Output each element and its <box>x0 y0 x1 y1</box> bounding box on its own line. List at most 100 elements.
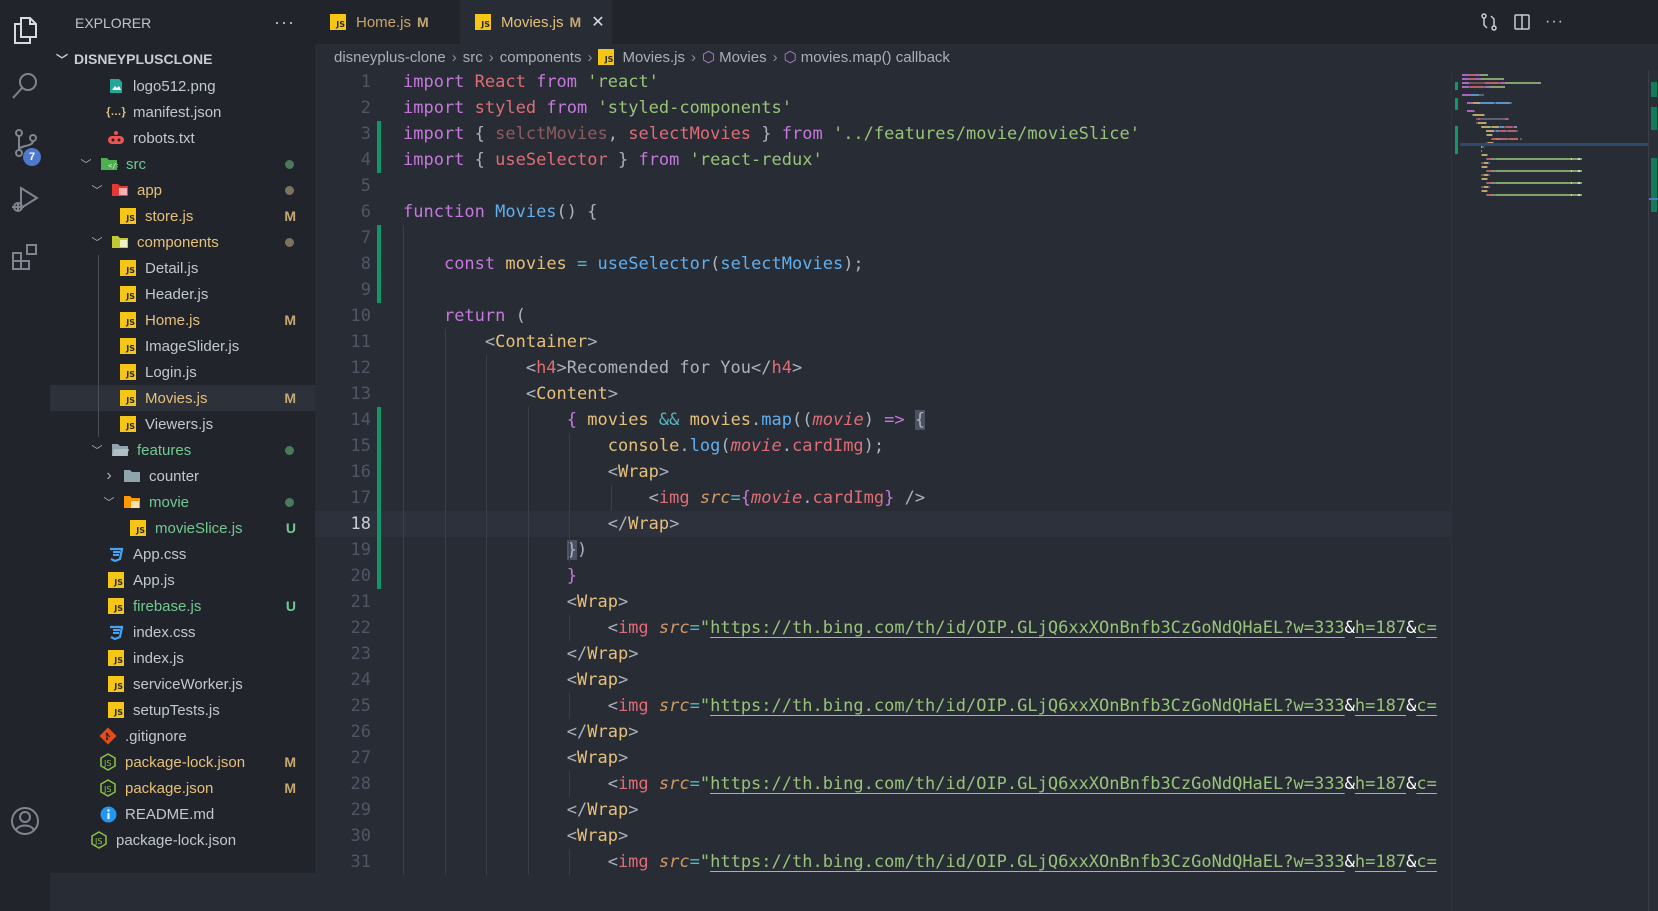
tab-status: M <box>417 14 429 30</box>
activity-explorer[interactable] <box>0 5 50 55</box>
tree-file[interactable]: .gitignore <box>50 723 315 749</box>
tree-file[interactable]: JS Detail.js <box>50 255 315 281</box>
code-line[interactable]: 11 <Container> <box>315 329 1451 355</box>
tree-file[interactable]: JS movieSlice.js U <box>50 515 315 541</box>
js-file-icon: JS <box>107 675 125 693</box>
minimap-token <box>1508 138 1518 140</box>
image-file-icon <box>107 77 125 95</box>
chevron-right-icon: › <box>451 48 457 66</box>
js-file-icon: JS <box>119 337 137 355</box>
tree-folder[interactable]: ﹀ app <box>50 177 315 203</box>
tree-file[interactable]: JS Header.js <box>50 281 315 307</box>
breadcrumb-item[interactable]: Movies.js <box>622 49 685 66</box>
tree-item-label: package.json <box>125 779 214 797</box>
code-token: " <box>699 852 711 872</box>
tree-file[interactable]: index.css <box>50 619 315 645</box>
activity-extensions[interactable] <box>0 232 50 282</box>
minimap-token <box>1507 130 1516 132</box>
tab-movies-js[interactable]: JS Movies.js M ✕ <box>460 0 612 44</box>
breadcrumb-item[interactable]: disneyplus-clone <box>334 49 446 66</box>
tree-file[interactable]: App.css <box>50 541 315 567</box>
code-token: cardImg <box>812 488 885 508</box>
minimap[interactable] <box>1451 70 1658 911</box>
chevron-down-icon[interactable]: ﹀ <box>101 494 117 510</box>
close-icon[interactable]: ✕ <box>591 12 604 32</box>
activity-source-control[interactable]: 7 <box>0 118 50 168</box>
tree-file[interactable]: JS package.json M <box>50 775 315 801</box>
tree-item-label: Detail.js <box>145 259 199 277</box>
open-changes-icon[interactable] <box>1479 12 1499 32</box>
more-actions-icon[interactable]: ··· <box>1545 13 1564 31</box>
code-line[interactable]: 7 <box>315 225 1451 251</box>
chevron-down-icon[interactable]: ﹀ <box>89 442 105 458</box>
line-number: 9 <box>360 280 371 300</box>
tree-folder[interactable]: ﹀ </> src <box>50 151 315 177</box>
activity-accounts[interactable] <box>0 796 50 846</box>
chevron-right-icon[interactable]: › <box>101 467 117 485</box>
tree-file[interactable]: robots.txt <box>50 125 315 151</box>
tree-file[interactable]: JS store.js M <box>50 203 315 229</box>
tree-file[interactable]: JS Login.js <box>50 359 315 385</box>
tree-file[interactable]: JS index.js <box>50 645 315 671</box>
breadcrumb-item[interactable]: Movies <box>719 49 767 66</box>
code-token: < <box>403 826 577 846</box>
code-token: selectMovies <box>628 124 762 144</box>
chevron-down-icon[interactable]: ﹀ <box>89 182 105 198</box>
minimap-token <box>1516 126 1518 128</box>
code-line[interactable]: 10 return ( <box>315 303 1451 329</box>
tree-file[interactable]: README.md <box>50 801 315 827</box>
split-editor-icon[interactable] <box>1513 13 1531 31</box>
code-line[interactable]: 3 import { selctMovies, selectMovies } fr… <box>315 121 1451 147</box>
tree-file[interactable]: JS package-lock.json <box>50 827 315 853</box>
tree-file[interactable]: logo512.png <box>50 73 315 99</box>
tree-folder[interactable]: › counter <box>50 463 315 489</box>
code-text: <img src="https://th.bing.com/th/id/OIP.… <box>403 693 1437 719</box>
vertical-scrollbar[interactable] <box>1648 70 1658 911</box>
code-line[interactable]: 5 <box>315 173 1451 199</box>
minimap-token <box>1471 94 1479 96</box>
code-line[interactable]: 2 import styled from 'styled-components' <box>315 95 1451 121</box>
source-control-badge: 7 <box>23 148 41 166</box>
tree-file[interactable]: JS firebase.js U <box>50 593 315 619</box>
activity-run-debug[interactable] <box>0 175 50 225</box>
tree-file[interactable]: JS App.js <box>50 567 315 593</box>
more-actions-icon[interactable]: ··· <box>274 12 295 33</box>
chevron-down-icon[interactable]: ﹀ <box>78 156 94 172</box>
tree-item-label: robots.txt <box>133 129 195 147</box>
chevron-right-icon: › <box>690 48 696 66</box>
tree-file[interactable]: JS ImageSlider.js <box>50 333 315 359</box>
chevron-down-icon[interactable]: ﹀ <box>89 234 105 250</box>
code-line[interactable]: 6 function Movies() { <box>315 199 1451 225</box>
tree-folder[interactable]: ﹀ components <box>50 229 315 255</box>
project-folder[interactable]: ﹀ DISNEYPLUSCLONE <box>50 45 315 73</box>
tab-home-js[interactable]: JS Home.js M <box>315 0 460 44</box>
svg-text:JS: JS <box>103 759 111 768</box>
code-line[interactable]: 4 import { useSelector } from 'react-redu… <box>315 147 1451 173</box>
tree-file[interactable]: JS serviceWorker.js <box>50 671 315 697</box>
code-token: 'styled-components' <box>597 98 792 118</box>
activity-search[interactable] <box>0 61 50 111</box>
breadcrumb-item[interactable]: src <box>463 49 483 66</box>
js-file-icon: JS <box>330 14 346 30</box>
tree-file[interactable]: JS Movies.js M <box>50 385 315 411</box>
breadcrumb-item[interactable]: components <box>500 49 582 66</box>
tree-file[interactable]: JS Viewers.js <box>50 411 315 437</box>
code-token: from <box>546 98 598 118</box>
line-number: 14 <box>350 410 371 430</box>
tree-folder[interactable]: ﹀ features <box>50 437 315 463</box>
code-line[interactable]: 8 const movies = useSelector(selectMovie… <box>315 251 1451 277</box>
tree-file[interactable]: {…} manifest.json <box>50 99 315 125</box>
code-token: '../features/movie/movieSlice' <box>832 124 1140 144</box>
code-line[interactable]: 9 <box>315 277 1451 303</box>
breadcrumb-item[interactable]: movies.map() callback <box>801 49 950 66</box>
tree-folder[interactable]: ﹀ movie <box>50 489 315 515</box>
code-line[interactable]: 1 import React from 'react' <box>315 70 1451 95</box>
tree-file[interactable]: JS package-lock.json M <box>50 749 315 775</box>
tree-file[interactable]: JS Home.js M <box>50 307 315 333</box>
line-number: 1 <box>360 72 371 92</box>
code-editor[interactable]: 1 import React from 'react' 2 import styled… <box>315 70 1451 911</box>
line-number: 24 <box>350 670 371 690</box>
tree-file[interactable]: JS setupTests.js <box>50 697 315 723</box>
js-file-icon: JS <box>129 519 147 537</box>
